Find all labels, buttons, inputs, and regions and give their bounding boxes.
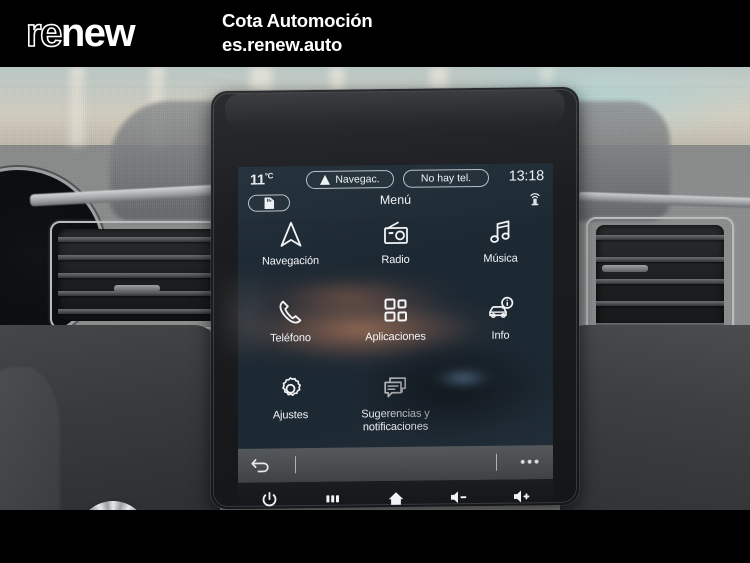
phone-icon xyxy=(276,296,306,326)
phone-pill-label: No hay tel. xyxy=(420,172,472,185)
menu-row-3: Ajustes Sugerencias y notificaciones xyxy=(238,370,553,435)
more-options-button[interactable]: ••• xyxy=(520,453,541,469)
bottom-letterbox xyxy=(0,510,750,563)
air-vent-left[interactable] xyxy=(58,229,218,321)
menu-label: Radio xyxy=(381,253,410,267)
menu-item-aplicaciones[interactable]: Aplicaciones xyxy=(343,294,448,355)
infotainment-screen[interactable]: 11°C Navegac. No hay tel. 13:18 Menú Nav… xyxy=(238,163,553,483)
page-title: Menú xyxy=(379,192,412,208)
temperature-unit: °C xyxy=(264,171,274,181)
infotainment-head-unit[interactable]: 11°C Navegac. No hay tel. 13:18 Menú Nav… xyxy=(211,86,579,510)
bezel-gloss xyxy=(225,89,565,139)
car-info-icon xyxy=(486,294,516,324)
chat-bubbles-icon xyxy=(381,372,411,402)
apps-grid-icon xyxy=(381,295,411,325)
gear-icon xyxy=(276,373,306,403)
menu-item-navegacion[interactable]: Navegación xyxy=(238,219,343,280)
clock: 13:18 xyxy=(508,168,544,185)
menu-item-sugerencias[interactable]: Sugerencias y notificaciones xyxy=(343,371,448,434)
menu-label: Aplicaciones xyxy=(365,330,426,344)
dealer-website: es.renew.auto xyxy=(222,33,343,55)
menu-label: Teléfono xyxy=(270,332,311,345)
volume-down-button[interactable] xyxy=(442,483,476,509)
navigation-arrow-icon xyxy=(276,219,306,249)
nav-status-pill[interactable]: Navegac. xyxy=(306,170,394,190)
brand-text-block: Cota Automoción es.renew.auto xyxy=(222,9,373,56)
menu-item-musica[interactable]: Música xyxy=(448,216,553,277)
menu-label: Música xyxy=(483,252,518,265)
radio-icon xyxy=(381,218,411,248)
power-button[interactable] xyxy=(253,485,287,509)
menu-label: Ajustes xyxy=(272,409,309,422)
menu-row-2: Teléfono Aplicaciones Info xyxy=(238,293,553,357)
status-bar: 11°C Navegac. No hay tel. 13:18 Menú xyxy=(238,163,553,220)
navigation-arrow-icon xyxy=(320,174,331,185)
main-menu-grid: Navegación Radio Música Teléfono Aplicac… xyxy=(238,216,553,433)
screenshot-root: START ENGINE STOP 11°C Navegac. xyxy=(0,0,750,563)
car-interior-photo: START ENGINE STOP 11°C Navegac. xyxy=(0,67,750,510)
logo-solid-text: new xyxy=(60,11,136,55)
temperature-value: 11 xyxy=(250,172,265,189)
menu-label: Sugerencias y notificaciones xyxy=(361,407,430,434)
volume-up-button[interactable] xyxy=(505,482,539,509)
menu-item-ajustes[interactable]: Ajustes xyxy=(238,373,343,436)
menu-item-telefono[interactable]: Teléfono xyxy=(238,296,343,357)
strip-divider-left xyxy=(295,456,297,474)
menu-item-radio[interactable]: Radio xyxy=(343,217,448,278)
volume-up-icon xyxy=(513,490,529,503)
power-icon xyxy=(262,491,277,506)
equalizer-icon xyxy=(325,495,339,503)
menu-label: Info xyxy=(491,329,510,342)
antenna-signal-icon xyxy=(527,191,543,207)
hardware-key-bar xyxy=(238,479,553,510)
air-vent-right[interactable] xyxy=(596,225,724,337)
back-arrow-icon[interactable] xyxy=(251,457,271,475)
music-note-icon xyxy=(486,217,516,247)
home-icon xyxy=(388,491,403,505)
menu-row-1: Navegación Radio Música xyxy=(238,216,553,280)
menu-item-info[interactable]: Info xyxy=(448,293,553,354)
bottom-control-strip: ••• xyxy=(238,445,553,483)
brand-banner: re new Cota Automoción es.renew.auto xyxy=(0,0,750,67)
home-button[interactable] xyxy=(379,484,413,509)
nav-pill-label: Navegac. xyxy=(335,173,380,186)
menu-label: Navegación xyxy=(261,254,320,268)
renew-logo: re new xyxy=(25,11,136,55)
volume-down-icon xyxy=(450,491,466,504)
phone-status-pill[interactable]: No hay tel. xyxy=(403,168,489,188)
outside-temperature: 11°C xyxy=(250,171,273,188)
strip-divider-right xyxy=(496,453,498,471)
knee-bolster xyxy=(0,367,60,510)
center-console-right xyxy=(560,325,750,510)
logo-outline-text: re xyxy=(25,11,63,55)
menu-list-button[interactable] xyxy=(316,485,350,510)
dealer-name: Cota Automoción xyxy=(222,10,373,31)
